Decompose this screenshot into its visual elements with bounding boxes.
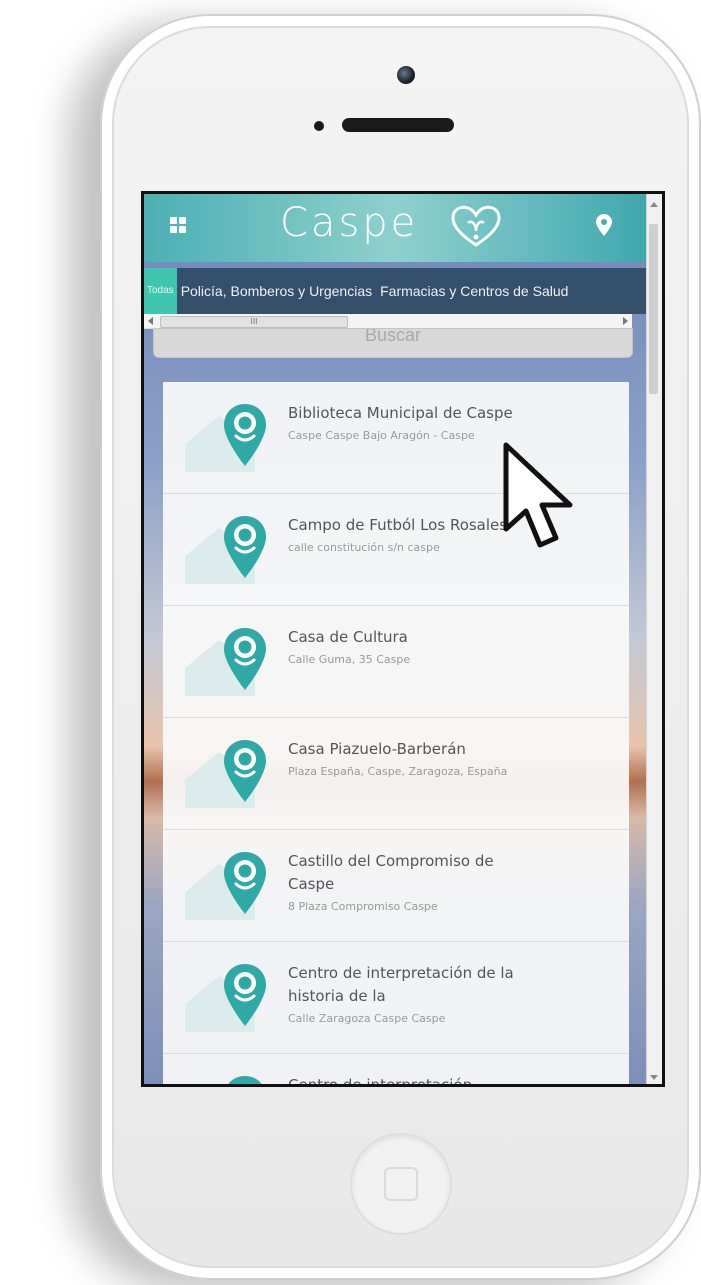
heart-hands-icon [451,205,501,247]
place-name: Campo de Futból Los Rosales [288,516,508,534]
place-address: calle constitución s/n caspe [288,541,440,554]
place-address: Caspe Caspe Bajo Aragón - Caspe [288,429,475,442]
list-item[interactable]: Casa de Cultura Calle Guma, 35 Caspe [163,606,629,718]
place-name: Biblioteca Municipal de Caspe [288,404,513,422]
place-address: Plaza España, Caspe, Zaragoza, España [288,765,508,778]
scroll-right-arrow[interactable] [623,317,628,325]
proximity-sensor [314,121,324,131]
list-item[interactable]: Centro de interpretación [163,1054,629,1084]
app-title: Caspe [280,200,419,246]
earpiece-speaker [342,118,454,132]
list-item[interactable]: Casa Piazuelo-Barberán Plaza España, Casp… [163,718,629,830]
home-button[interactable] [350,1133,452,1235]
mute-switch [94,190,102,240]
scroll-down-arrow[interactable] [650,1075,658,1080]
map-pin-icon[interactable] [596,214,612,236]
list-item[interactable]: Centro de interpretación de la historia … [163,942,629,1054]
grid-icon[interactable] [170,217,186,233]
map-marker-icon [224,404,266,466]
app-header: Caspe [144,194,647,262]
search-button[interactable]: Buscar [153,328,633,358]
app-viewport: Caspe Todas Policía, Bomberos y Urgencias… [144,194,647,1084]
list-item[interactable]: Castillo del Compromiso de Caspe 8 Plaza … [163,830,629,942]
map-marker-icon [224,740,266,802]
place-name: Castillo del Compromiso de Caspe [288,852,494,893]
tab-farmacias-centros-salud[interactable]: Farmacias y Centros de Salud [376,268,572,314]
scroll-left-arrow[interactable] [148,317,153,325]
map-marker-icon [224,852,266,914]
place-name: Centro de interpretación [288,1074,518,1084]
phone-screen: Caspe Todas Policía, Bomberos y Urgencias… [141,191,665,1087]
place-name: Casa Piazuelo-Barberán [288,740,466,758]
mouse-pointer-icon [503,442,573,548]
map-marker-icon [224,628,266,690]
tab-todas[interactable]: Todas [144,268,177,314]
place-address: Calle Guma, 35 Caspe [288,653,411,666]
tab-policia-bomberos-urgencias[interactable]: Policía, Bomberos y Urgencias [177,268,376,314]
place-name: Centro de interpretación de la historia … [288,964,514,1005]
place-name: Casa de Cultura [288,628,408,646]
category-tabs: Todas Policía, Bomberos y Urgencias Farmac… [144,268,647,314]
map-marker-icon [224,516,266,578]
place-address: Calle Zaragoza Caspe Caspe [288,1012,446,1025]
front-camera [397,66,415,84]
scroll-up-arrow[interactable] [650,202,658,207]
volume-down-button [94,400,102,450]
horizontal-scroll-thumb[interactable]: III [160,316,348,328]
horizontal-scrollbar[interactable]: III [144,314,632,329]
volume-up-button [94,310,102,360]
map-marker-icon [224,964,266,1026]
home-square-icon [384,1167,418,1201]
map-marker-icon [228,1076,262,1084]
vertical-scrollbar[interactable] [646,194,662,1084]
place-address: 8 Plaza Compromiso Caspe [288,900,438,913]
vertical-scroll-thumb[interactable] [649,224,658,394]
